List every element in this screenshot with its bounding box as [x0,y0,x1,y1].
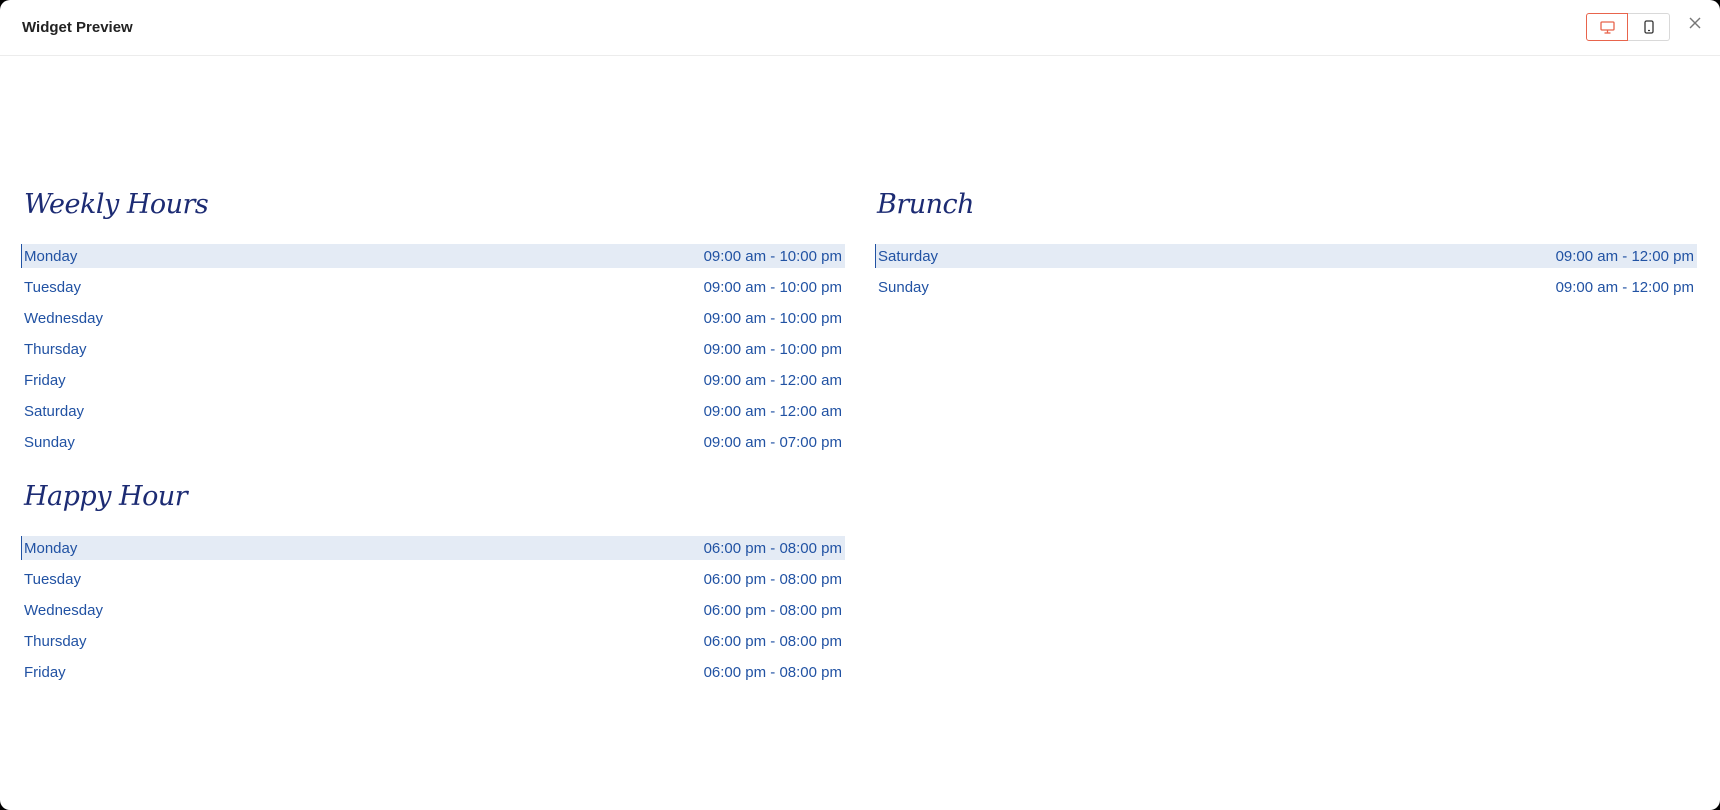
time-range: 09:00 am - 10:00 pm [703,309,842,327]
device-toggle [1586,13,1670,41]
day-label: Sunday [24,433,75,451]
happy-hour-table: Monday 06:00 pm - 08:00 pm Tuesday 06:00 pm… [21,536,845,691]
time-range: 09:00 am - 07:00 pm [703,433,842,451]
brunch-title: Brunch [877,189,975,220]
time-range: 09:00 am - 12:00 pm [1555,247,1694,265]
time-range: 09:00 am - 10:00 pm [703,278,842,296]
day-label: Tuesday [24,278,81,296]
table-row: Tuesday 06:00 pm - 08:00 pm [21,567,845,591]
weekly-hours-table: Monday 09:00 am - 10:00 pm Tuesday 09:00 am… [21,244,845,461]
close-button[interactable] [1686,14,1704,32]
table-row: Monday 09:00 am - 10:00 pm [21,244,845,268]
day-label: Monday [24,539,78,557]
weekly-hours-title: Weekly Hours [24,189,209,220]
time-range: 09:00 am - 12:00 am [703,402,842,420]
time-range: 09:00 am - 10:00 pm [703,340,842,358]
modal-header: Widget Preview [0,0,1720,56]
day-label: Saturday [24,402,85,420]
table-row: Saturday 09:00 am - 12:00 am [21,399,845,423]
day-label: Monday [24,247,78,265]
day-label: Wednesday [24,601,103,619]
day-label: Saturday [878,247,939,265]
table-row: Friday 09:00 am - 12:00 am [21,368,845,392]
table-row: Tuesday 09:00 am - 10:00 pm [21,275,845,299]
mobile-icon [1643,20,1654,34]
happy-hour-title: Happy Hour [24,481,188,512]
time-range: 06:00 pm - 08:00 pm [703,539,842,557]
modal-title: Widget Preview [22,19,133,36]
time-range: 09:00 am - 12:00 pm [1555,278,1694,296]
time-range: 09:00 am - 12:00 am [703,371,842,389]
day-label: Thursday [24,340,87,358]
day-label: Friday [24,663,66,681]
mobile-view-button[interactable] [1628,13,1670,41]
desktop-view-button[interactable] [1586,13,1628,41]
widget-preview-modal: Widget Preview Weekly Hours Monday 09:00… [0,0,1720,810]
time-range: 06:00 pm - 08:00 pm [703,632,842,650]
time-range: 06:00 pm - 08:00 pm [703,570,842,588]
table-row: Wednesday 06:00 pm - 08:00 pm [21,598,845,622]
table-row: Sunday 09:00 am - 07:00 pm [21,430,845,454]
time-range: 06:00 pm - 08:00 pm [703,663,842,681]
time-range: 06:00 pm - 08:00 pm [703,601,842,619]
day-label: Tuesday [24,570,81,588]
table-row: Thursday 09:00 am - 10:00 pm [21,337,845,361]
close-icon [1689,17,1701,29]
brunch-table: Saturday 09:00 am - 12:00 pm Sunday 09:00 a… [875,244,1697,306]
table-row: Saturday 09:00 am - 12:00 pm [875,244,1697,268]
time-range: 09:00 am - 10:00 pm [703,247,842,265]
day-label: Friday [24,371,66,389]
day-label: Sunday [878,278,929,296]
table-row: Sunday 09:00 am - 12:00 pm [875,275,1697,299]
table-row: Thursday 06:00 pm - 08:00 pm [21,629,845,653]
day-label: Thursday [24,632,87,650]
day-label: Wednesday [24,309,103,327]
table-row: Wednesday 09:00 am - 10:00 pm [21,306,845,330]
desktop-icon [1599,20,1615,34]
table-row: Monday 06:00 pm - 08:00 pm [21,536,845,560]
table-row: Friday 06:00 pm - 08:00 pm [21,660,845,684]
